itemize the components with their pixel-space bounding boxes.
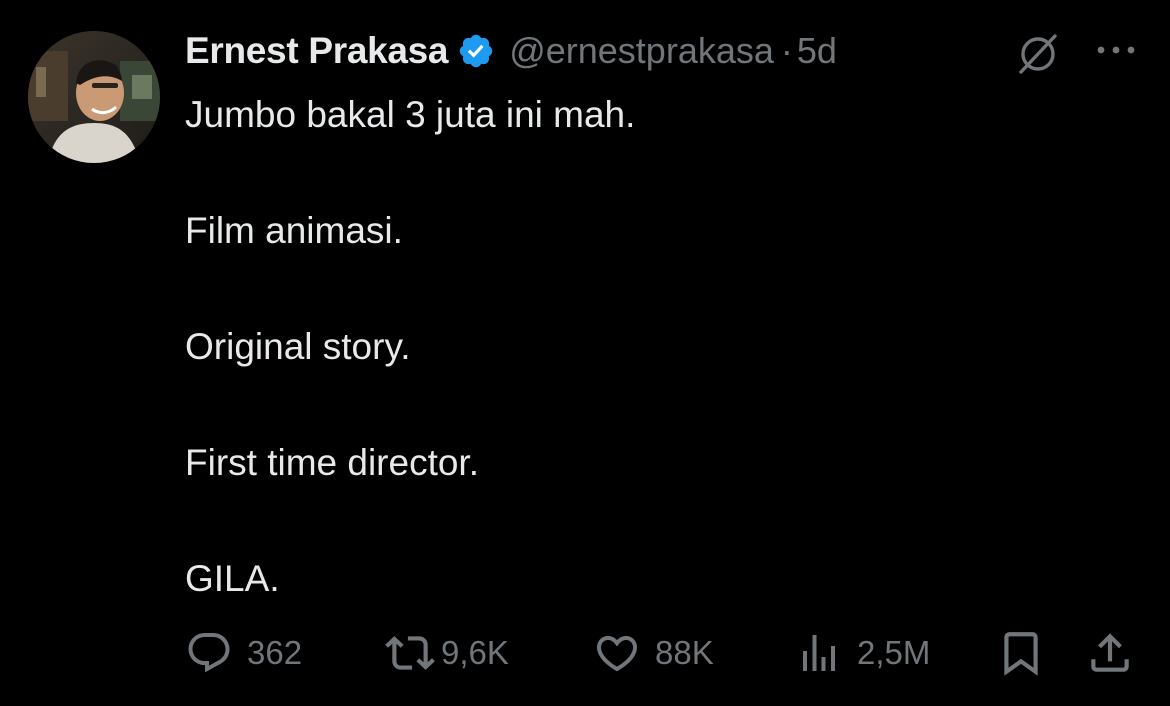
verified-badge-icon [459,34,493,68]
separator-dot: · [780,30,793,71]
avatar-image [28,31,160,163]
avatar[interactable] [28,31,160,163]
reply-button[interactable]: 362 [185,626,302,680]
author-display-name[interactable]: Ernest Prakasa [185,30,449,72]
view-count: 2,5M [857,634,931,671]
action-bar: 362 9,6K 88K 2,5M [185,626,1140,680]
grok-icon[interactable] [1015,30,1061,76]
tweet: Ernest Prakasa @ernestprakasa · 5d Jumbo… [0,0,1170,706]
heart-icon [596,636,638,672]
author-handle[interactable]: @ernestprakasa [509,30,774,72]
tweet-header: Ernest Prakasa @ernestprakasa · 5d [185,28,837,74]
tweet-line: Jumbo bakal 3 juta ini mah. [185,94,636,135]
like-button[interactable]: 88K [593,626,714,680]
retweet-icon [385,636,435,670]
views-chart-icon [803,635,835,671]
reply-icon [188,633,230,673]
tweet-line: First time director. [185,442,479,483]
retweet-button[interactable]: 9,6K [385,626,509,680]
bookmark-icon [1004,632,1038,676]
share-icon [1091,633,1129,672]
tweet-line: Original story. [185,326,411,367]
like-count: 88K [655,634,714,671]
tweet-line: GILA. [185,558,280,599]
share-button[interactable] [1085,626,1135,680]
more-dots-icon[interactable] [1094,40,1138,60]
tweet-time[interactable]: 5d [797,30,837,72]
retweet-count: 9,6K [441,634,509,671]
tweet-text: Jumbo bakal 3 juta ini mah. Film animasi… [185,86,1125,666]
reply-count: 362 [247,634,303,671]
tweet-line: Film animasi. [185,210,403,251]
views-button[interactable]: 2,5M [795,626,930,680]
bookmark-button[interactable] [996,626,1046,680]
